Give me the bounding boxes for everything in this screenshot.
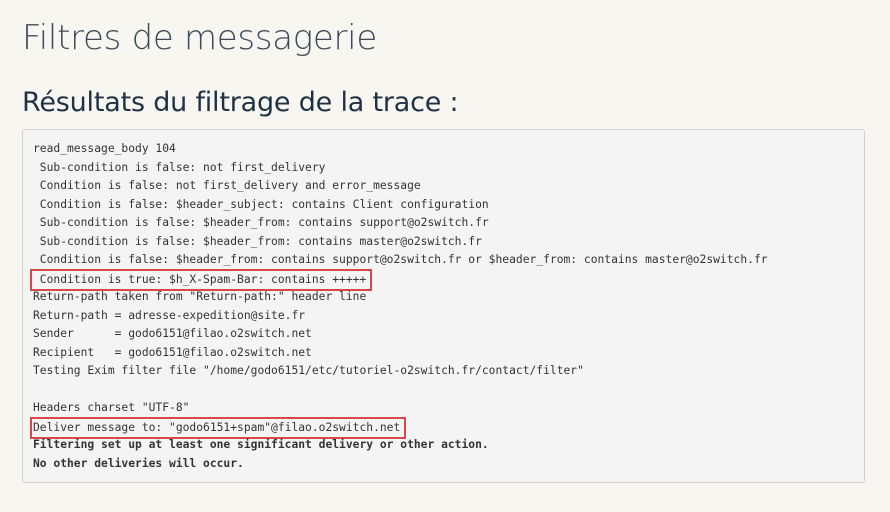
trace-line-row: Return-path taken from "Return-path:" he… [33, 288, 864, 307]
trace-line: Condition is false: not first_delivery a… [33, 179, 421, 192]
trace-line-row: Sub-condition is false: not first_delive… [33, 159, 864, 178]
trace-line: Condition is false: $header_from: contai… [33, 253, 768, 266]
trace-line: Sub-condition is false: $header_from: co… [33, 234, 482, 248]
trace-line: read_message_body 104 [33, 142, 176, 155]
trace-line: Sub-condition is false: $header_from: co… [33, 216, 489, 229]
trace-line-row: Sender = godo6151@filao.o2switch.net [33, 325, 864, 344]
trace-line: Recipient = godo6151@filao.o2switch.net [33, 345, 312, 359]
trace-line-row [33, 381, 864, 400]
trace-line-row: Condition is false: $header_subject: con… [33, 196, 864, 215]
trace-line-row: read_message_body 104 [33, 140, 864, 159]
trace-line: Condition is false: $header_subject: con… [33, 197, 489, 211]
trace-line-row: Testing Exim filter file "/home/godo6151… [33, 362, 864, 381]
trace-line: Return-path taken from "Return-path:" he… [33, 290, 367, 303]
trace-line: Return-path = adresse-expedition@site.fr [33, 308, 306, 322]
trace-output-box: read_message_body 104 Sub-condition is f… [22, 129, 865, 483]
trace-line-row: Condition is true: $h_X-Spam-Bar: contai… [29, 268, 864, 291]
trace-line-row: No other deliveries will occur. [33, 455, 864, 474]
trace-line: No other deliveries will occur. [33, 456, 244, 470]
trace-line-row: Sub-condition is false: $header_from: co… [33, 214, 864, 233]
trace-line-row: Sub-condition is false: $header_from: co… [33, 233, 864, 252]
trace-line: Sub-condition is false: not first_delive… [33, 160, 326, 174]
section-title: Résultats du filtrage de la trace : [22, 87, 459, 118]
trace-line: Sender = godo6151@filao.o2switch.net [33, 327, 312, 340]
trace-line-row: Recipient = godo6151@filao.o2switch.net [33, 344, 864, 363]
trace-line: Headers charset "UTF-8" [33, 401, 190, 414]
trace-line [33, 381, 864, 400]
trace-line: Filtering set up at least one significan… [33, 438, 489, 451]
trace-line-row: Deliver message to: "godo6151+spam"@fila… [29, 416, 864, 439]
trace-line-highlighted: Deliver message to: "godo6151+spam"@fila… [29, 416, 407, 439]
trace-line-highlighted: Condition is true: $h_X-Spam-Bar: contai… [29, 268, 373, 291]
trace-line-row: Condition is false: $header_from: contai… [33, 251, 864, 270]
trace-line-row: Filtering set up at least one significan… [33, 436, 864, 455]
page-title: Filtres de messagerie [22, 18, 377, 58]
trace-line-row: Condition is false: not first_delivery a… [33, 177, 864, 196]
trace-line-row: Headers charset "UTF-8" [33, 399, 864, 418]
trace-line-row: Return-path = adresse-expedition@site.fr [33, 307, 864, 326]
trace-line: Testing Exim filter file "/home/godo6151… [33, 364, 584, 377]
